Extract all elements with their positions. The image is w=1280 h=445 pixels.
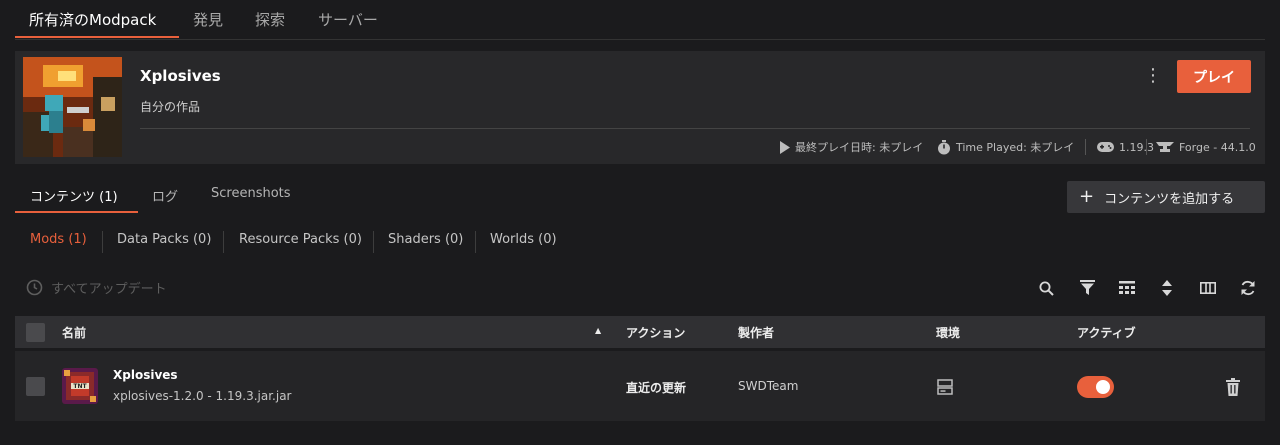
stopwatch-icon [938,139,950,154]
mod-loader-text: Forge - 44.1.0 [1179,140,1256,154]
column-name[interactable]: 名前 [62,324,86,341]
sort-icon[interactable] [1158,279,1176,297]
tab-screenshots[interactable]: Screenshots [211,186,291,201]
tab-owned-modpacks[interactable]: 所有済のModpack [29,9,156,30]
toggle-knob [1096,380,1110,394]
filter-mods[interactable]: Mods (1) [30,232,87,247]
modpack-title: Xplosives [140,67,221,85]
filter-divider [223,231,224,253]
column-action[interactable]: アクション [626,324,685,341]
play-icon [780,140,790,154]
modpack-subtitle: 自分の作品 [140,100,201,114]
anvil-icon [1156,142,1174,152]
mod-icon: TNT [62,368,98,404]
active-tab-indicator [15,36,179,38]
last-played: 最終プレイ日時: 未プレイ [779,138,923,156]
meta-divider [1085,139,1086,155]
column-author[interactable]: 製作者 [738,324,774,341]
game-version-text: 1.19.3 [1119,140,1154,154]
row-checkbox[interactable] [26,377,45,396]
density-icon[interactable] [1118,279,1136,297]
modpack-thumbnail [23,57,122,157]
active-toggle[interactable] [1077,376,1114,398]
update-all-label: すべてアップデート [51,282,167,297]
filter-shaders[interactable]: Shaders (0) [388,232,463,247]
tab-servers[interactable]: サーバー [318,9,378,30]
filter-resource-packs[interactable]: Resource Packs (0) [239,232,362,247]
card-divider [140,128,1250,129]
gamepad-icon [1097,142,1114,152]
mod-loader: Forge - 44.1.0 [1156,138,1256,156]
update-all-button[interactable]: すべてアップデート [26,278,167,297]
last-played-text: 最終プレイ日時: 未プレイ [795,141,924,154]
table-row[interactable]: TNT Xplosives xplosives-1.2.0 - 1.19.3.j… [15,351,1265,421]
filter-divider [373,231,374,253]
mod-icon-text: TNT [73,383,87,390]
modpack-header-card: Xplosives 自分の作品 ⋮ プレイ 最終プレイ日時: 未プレイ Time… [15,51,1265,164]
filter-divider [102,231,103,253]
more-options-icon[interactable]: ⋮ [1143,65,1163,87]
history-icon [26,279,43,296]
add-content-label: コンテンツを追加する [1104,191,1235,207]
trash-icon[interactable] [1226,378,1240,396]
recent-update-action[interactable]: 直近の更新 [626,379,686,396]
content-tab-indicator [15,211,138,213]
tab-discover[interactable]: 発見 [193,9,223,30]
tab-contents[interactable]: コンテンツ (1) [30,186,118,205]
meta-divider [1146,139,1147,155]
refresh-icon[interactable] [1239,279,1257,297]
column-environment[interactable]: 環境 [936,324,960,341]
table-header: 名前 ▲ アクション 製作者 環境 アクティブ [15,316,1265,348]
play-button[interactable]: プレイ [1177,60,1251,93]
mod-name: Xplosives [113,368,178,382]
column-active[interactable]: アクティブ [1077,324,1136,341]
columns-icon[interactable] [1199,279,1217,297]
time-played-text: Time Played: 未プレイ [956,141,1075,154]
filter-worlds[interactable]: Worlds (0) [490,232,557,247]
add-content-button[interactable]: + コンテンツを追加する [1067,181,1265,213]
filter-divider [475,231,476,253]
tab-explore[interactable]: 探索 [255,9,285,30]
top-nav: 所有済のModpack 発見 探索 サーバー [15,0,1265,40]
select-all-checkbox[interactable] [26,323,45,342]
filter-icon[interactable] [1078,279,1096,297]
mod-filename: xplosives-1.2.0 - 1.19.3.jar.jar [113,389,292,403]
server-icon [937,379,953,395]
filter-data-packs[interactable]: Data Packs (0) [117,232,211,247]
search-icon[interactable] [1037,279,1055,297]
time-played: Time Played: 未プレイ [937,138,1074,156]
plus-icon: + [1079,186,1095,207]
mod-author: SWDTeam [738,379,799,393]
sort-indicator-icon[interactable]: ▲ [595,326,601,335]
tab-log[interactable]: ログ [152,186,178,205]
